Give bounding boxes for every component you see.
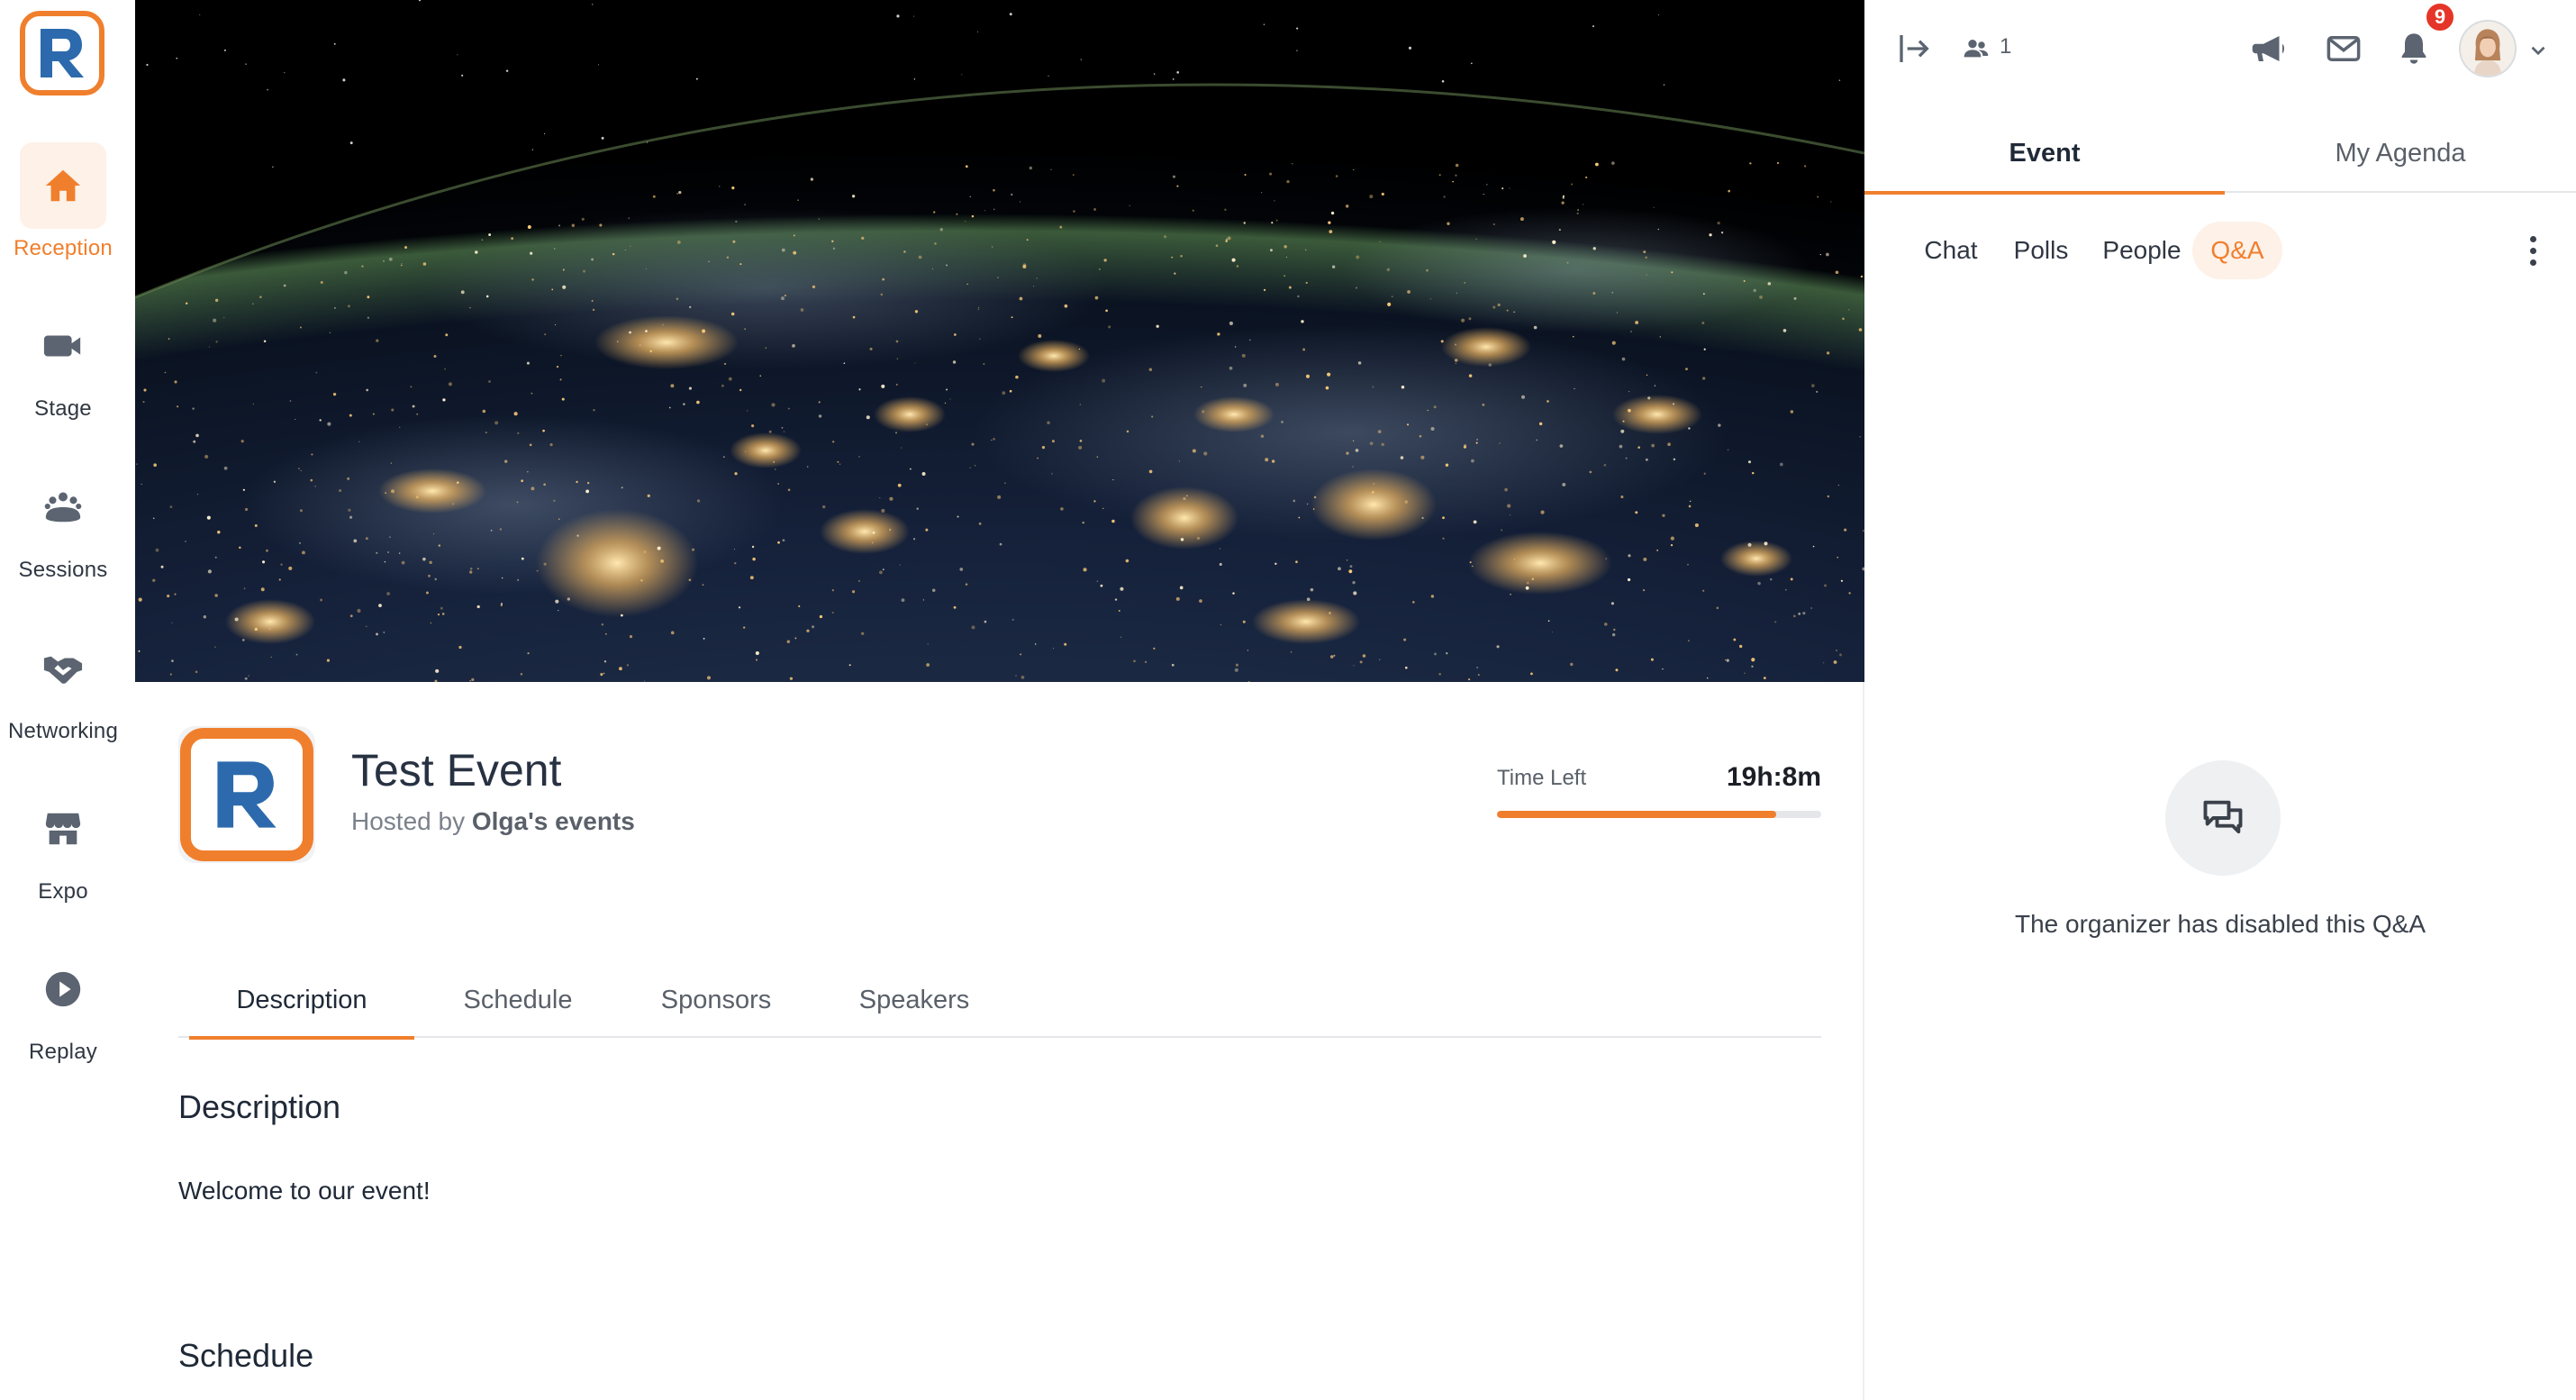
nav-label: Expo <box>38 879 88 904</box>
megaphone-icon[interactable] <box>2246 25 2293 72</box>
hosted-by-prefix: Hosted by <box>351 807 466 835</box>
tab-my-agenda[interactable]: My Agenda <box>2225 114 2576 193</box>
description-text: Welcome to our event! <box>178 1177 431 1205</box>
storefront-icon <box>20 786 106 872</box>
attendees-icon[interactable] <box>1958 31 1994 67</box>
event-title: Test Event <box>351 745 562 795</box>
tab-schedule[interactable]: Schedule <box>441 962 594 1038</box>
schedule-heading: Schedule <box>178 1337 314 1374</box>
nav-item-stage[interactable]: Stage <box>0 303 126 456</box>
tab-sponsors[interactable]: Sponsors <box>639 962 793 1038</box>
panel-tabs: Event My Agenda <box>1864 114 2576 195</box>
handshake-icon <box>20 625 106 712</box>
event-host: Hosted by Olga's events <box>351 807 635 836</box>
time-left-progress <box>1497 811 1821 818</box>
nav-label: Replay <box>29 1040 97 1064</box>
tab-event[interactable]: Event <box>1864 114 2225 195</box>
subtab-qa[interactable]: Q&A <box>2192 222 2282 279</box>
home-icon <box>20 142 106 229</box>
nav-label: Sessions <box>18 558 108 582</box>
main-content: Test Event Hosted by Olga's events Time … <box>135 0 1864 1400</box>
nav-item-expo[interactable]: Expo <box>0 786 126 939</box>
online-count: 1 <box>2000 34 2012 59</box>
time-left-value: 19h:8m <box>1726 762 1821 792</box>
collapse-panel-icon[interactable] <box>1893 27 1937 70</box>
nav-item-replay[interactable]: Replay <box>0 946 126 1099</box>
nav-label: Reception <box>14 236 113 260</box>
chevron-down-icon[interactable] <box>2524 36 2553 65</box>
logo-r-icon <box>217 761 277 828</box>
more-options-icon[interactable] <box>2515 229 2551 272</box>
subtab-people[interactable]: People <box>2086 222 2198 279</box>
subtab-polls[interactable]: Polls <box>1996 222 2086 279</box>
event-logo <box>178 726 315 863</box>
host-name[interactable]: Olga's events <box>472 807 635 835</box>
nav-item-networking[interactable]: Networking <box>0 625 126 778</box>
notification-badge: 9 <box>2425 2 2455 32</box>
event-tabs: Description Schedule Sponsors Speakers <box>178 962 1821 1040</box>
nav-item-reception[interactable]: Reception <box>0 142 126 295</box>
bell-icon[interactable] <box>2390 25 2437 72</box>
right-panel: 1 9 Event My Agenda Chat Polls People Q&… <box>1864 0 2576 1400</box>
qa-disabled-message: The organizer has disabled this Q&A <box>2014 910 2426 938</box>
time-left-label: Time Left <box>1497 766 1587 790</box>
nav-item-sessions[interactable]: Sessions <box>0 464 126 617</box>
nav-label: Networking <box>7 719 119 743</box>
group-icon <box>20 464 106 550</box>
event-banner-image <box>135 0 1864 682</box>
time-left-progress-fill <box>1497 811 1776 818</box>
left-navigation: Reception Stage Sessions Networking Expo… <box>0 0 135 1400</box>
logo-r-icon <box>41 29 84 77</box>
play-circle-icon <box>20 946 106 1032</box>
nav-label: Stage <box>34 396 92 421</box>
app-logo[interactable] <box>20 11 104 95</box>
description-heading: Description <box>178 1088 341 1125</box>
tab-speakers[interactable]: Speakers <box>838 962 991 1038</box>
tab-description[interactable]: Description <box>189 962 414 1040</box>
subtab-chat[interactable]: Chat <box>1906 222 1996 279</box>
video-camera-icon <box>20 303 106 389</box>
avatar[interactable] <box>2459 20 2517 77</box>
mail-icon[interactable] <box>2320 25 2367 72</box>
chat-bubbles-icon <box>2165 760 2281 876</box>
